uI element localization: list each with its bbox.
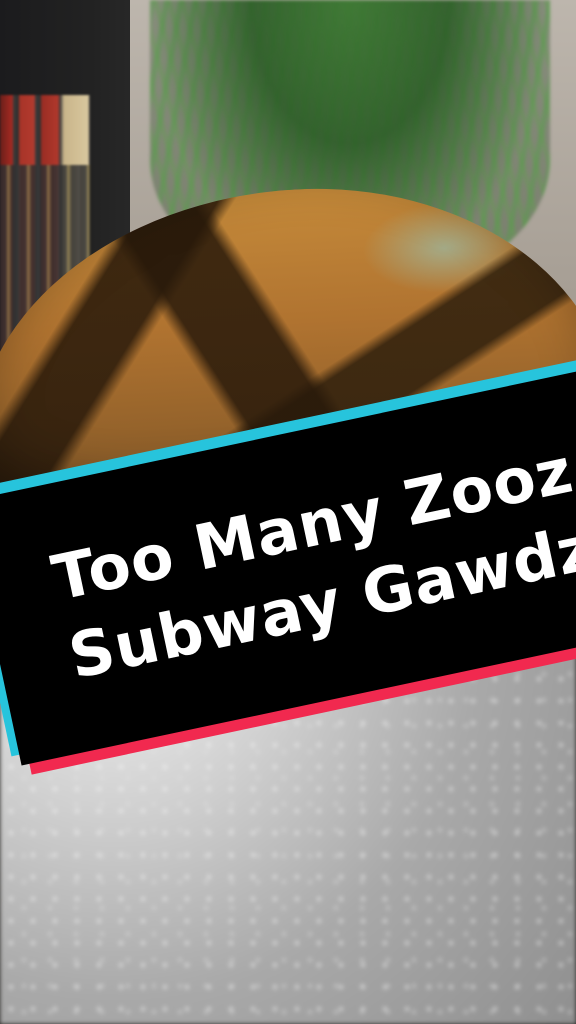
video-frame: Too Many Zooz: Subway Gawdz (0, 0, 576, 1024)
